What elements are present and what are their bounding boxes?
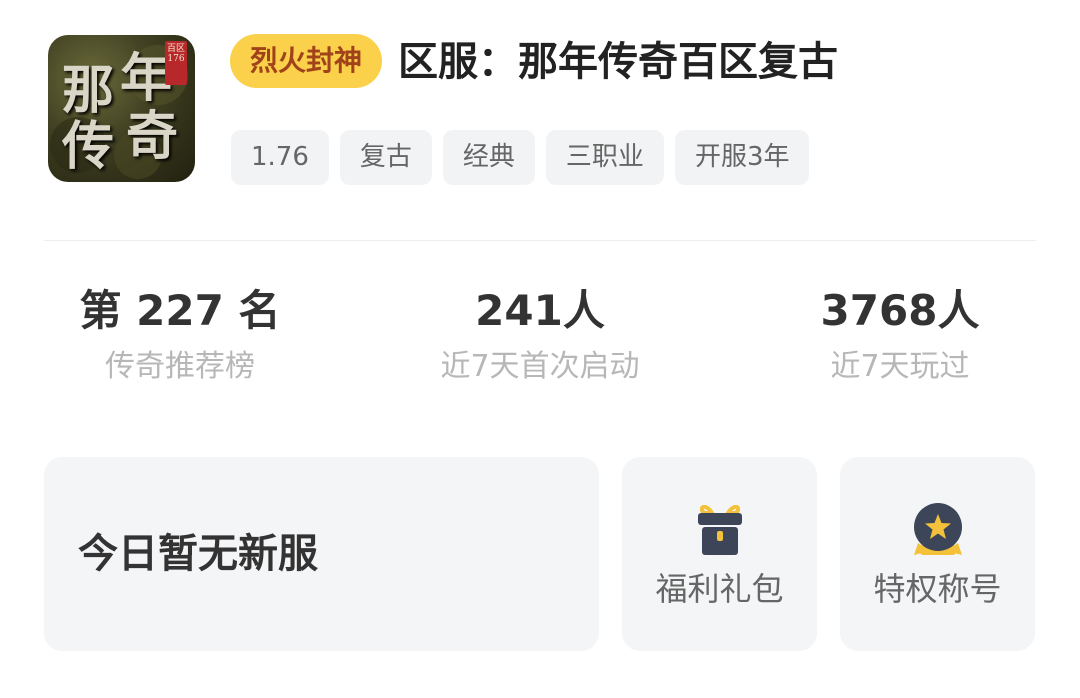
- tag-chip-list: 1.76 复古 经典 三职业 开服3年: [231, 130, 810, 185]
- gift-icon: [622, 501, 817, 559]
- icon-char-3: 传: [62, 116, 115, 177]
- stat-rank[interactable]: 第 227 名 传奇推荐榜: [70, 282, 290, 388]
- section-divider: [44, 240, 1036, 241]
- chip-version[interactable]: 1.76: [231, 130, 329, 185]
- chip-classic[interactable]: 经典: [442, 130, 535, 185]
- stat-played-label: 近7天玩过: [830, 349, 970, 384]
- stat-first-launch-value: 241人: [475, 286, 605, 335]
- stat-first-launch: 241人 近7天首次启动: [420, 282, 660, 388]
- new-server-text: 今日暂无新服: [78, 531, 318, 577]
- privilege-title-label: 特权称号: [873, 570, 1002, 608]
- stat-rank-label: 传奇推荐榜: [105, 349, 255, 384]
- stat-rank-value: 第 227 名: [79, 286, 281, 335]
- privilege-title-card[interactable]: 特权称号: [840, 457, 1035, 651]
- stat-played: 3768人 近7天玩过: [800, 282, 1000, 388]
- chip-retro[interactable]: 复古: [339, 130, 432, 185]
- gift-pack-label: 福利礼包: [655, 570, 784, 608]
- stat-first-launch-label: 近7天首次启动: [440, 349, 640, 384]
- medal-icon: [840, 501, 1035, 559]
- server-title: 区服：那年传奇百区复古: [398, 39, 838, 85]
- icon-char-4: 奇: [126, 106, 179, 167]
- game-tag-badge[interactable]: 烈火封神: [230, 34, 383, 88]
- icon-seal: 百区 176: [165, 41, 187, 85]
- stat-played-value: 3768人: [820, 286, 980, 335]
- icon-char-1: 那: [62, 60, 115, 121]
- chip-server-age[interactable]: 开服3年: [674, 130, 810, 185]
- new-server-card[interactable]: 今日暂无新服: [44, 457, 599, 651]
- game-app-icon[interactable]: 那 年 传 奇 百区 176: [48, 35, 195, 182]
- gift-pack-card[interactable]: 福利礼包: [622, 457, 817, 651]
- chip-three-classes[interactable]: 三职业: [545, 130, 664, 185]
